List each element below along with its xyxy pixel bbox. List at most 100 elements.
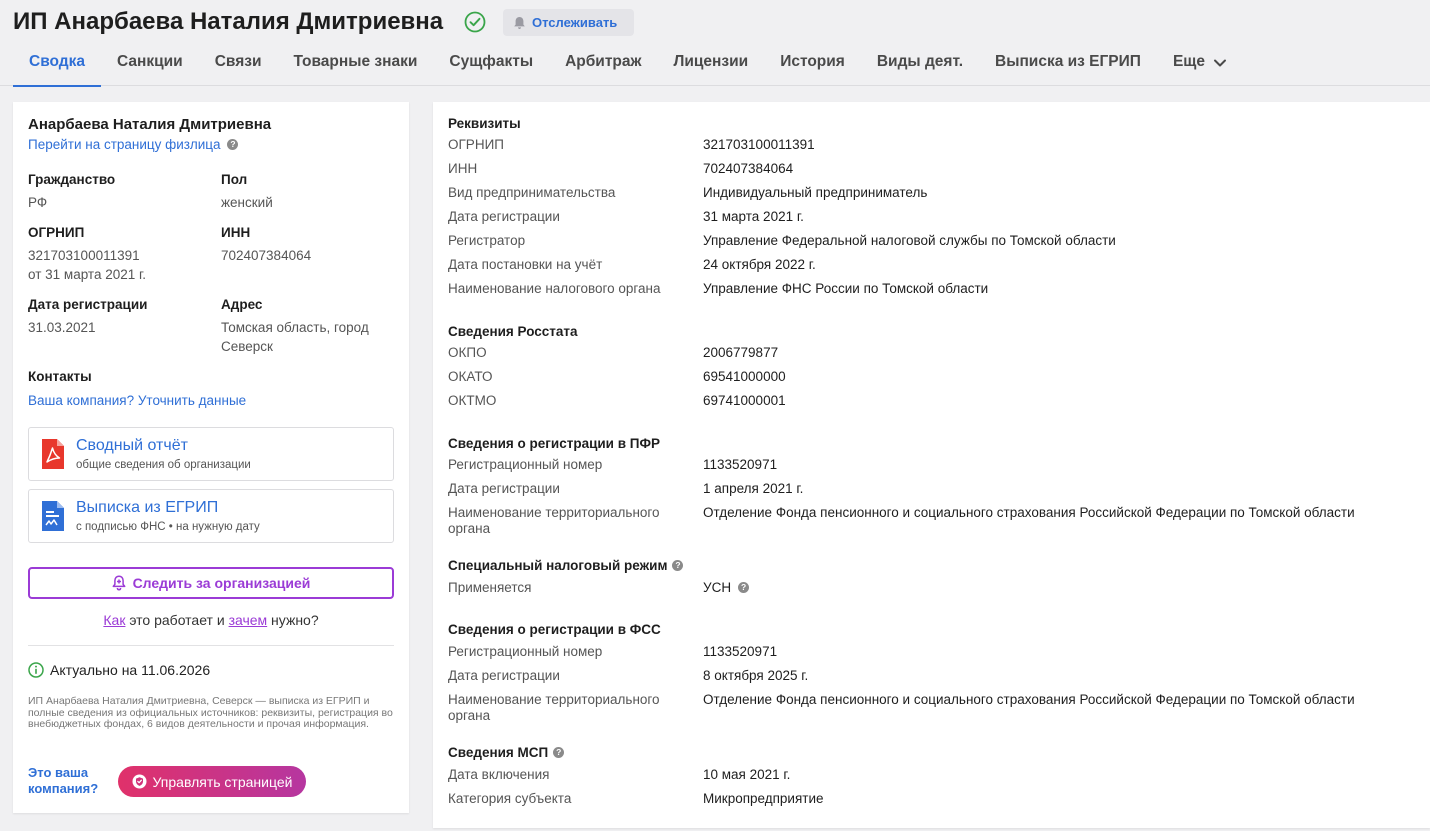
person-page-link-label: Перейти на страницу физлица [28, 137, 221, 152]
ogrnip-field: ОГРНИП 321703100011391 от 31 марта 2021 … [28, 225, 146, 284]
msp-title-text: Сведения МСП [448, 745, 549, 760]
citizenship-field: Гражданство РФ [28, 172, 115, 212]
follow-organization-button[interactable]: Следить за организацией [28, 567, 394, 599]
gender-value: женский [221, 195, 273, 210]
pfr-value-regnum: 1133520971 [703, 457, 778, 472]
person-name: Анарбаева Наталия Дмитриевна [28, 116, 272, 133]
tab-facts[interactable]: Сущфакты [433, 45, 549, 86]
document-icon [42, 501, 64, 531]
requisites-label-business-type: Вид предпринимательства [448, 185, 616, 200]
fss-label-regnum: Регистрационный номер [448, 644, 603, 659]
regdate-label: Дата регистрации [28, 297, 148, 312]
ogrnip-value: 321703100011391 [28, 248, 140, 263]
gender-label: Пол [221, 172, 248, 187]
requisites-value-tax-date: 24 октября 2022 г. [703, 257, 816, 272]
tab-egrip-extract[interactable]: Выписка из ЕГРИП [979, 45, 1157, 86]
pdf-icon [42, 439, 64, 469]
ogrnip-label: ОГРНИП [28, 225, 85, 240]
regdate-value: 31.03.2021 [28, 320, 96, 335]
question-icon[interactable]: ? [227, 139, 239, 150]
tab-sanctions[interactable]: Санкции [101, 45, 199, 86]
rosstat-label-okato: ОКАТО [448, 369, 493, 384]
address-label: Адрес [221, 297, 263, 312]
tab-svodka[interactable]: Сводка [13, 45, 101, 87]
details-card: Реквизиты ОГРНИП 321703100011391 ИНН 702… [433, 102, 1430, 828]
actual-date: Актуально на 11.06.2026 [28, 662, 210, 678]
manage-page-label: Управлять страницей [152, 773, 293, 790]
question-icon[interactable]: ? [672, 560, 684, 571]
own-company-link[interactable]: Это ваша компания? [28, 765, 108, 797]
rosstat-title: Сведения Росстата [448, 324, 578, 339]
requisites-value-ogrnip: 321703100011391 [703, 137, 815, 152]
tab-trademarks[interactable]: Товарные знаки [278, 45, 434, 86]
pfr-value-regdate: 1 апреля 2021 г. [703, 481, 804, 496]
pfr-label-authority: Наименование территориального органа [448, 505, 660, 536]
check-circle-icon [464, 11, 486, 33]
pfr-title: Сведения о регистрации в ПФР [448, 436, 661, 451]
requisites-label-ogrnip: ОГРНИП [448, 137, 504, 152]
msp-label-include-date: Дата включения [448, 767, 550, 782]
follow-organization-label: Следить за организацией [132, 575, 311, 591]
question-icon[interactable]: ? [553, 747, 565, 758]
address-field: Адрес Томская область, город Северск [221, 297, 391, 356]
rosstat-value-oktmo: 69741000001 [703, 393, 786, 408]
how-link[interactable]: Как [103, 612, 125, 628]
msp-label-category: Категория субъекта [448, 791, 572, 806]
rosstat-label-oktmo: ОКТМО [448, 393, 497, 408]
tab-licenses[interactable]: Лицензии [658, 45, 765, 86]
pfr-label-regdate: Дата регистрации [448, 481, 560, 496]
tax-regime-title-text: Специальный налоговый режим [448, 558, 668, 573]
fss-title: Сведения о регистрации в ФСС [448, 622, 661, 637]
page-header: ИП Анарбаева Наталия Дмитриевна Отслежив… [0, 0, 1430, 87]
requisites-value-business-type: Индивидуальный предприниматель [703, 185, 928, 200]
contacts-title: Контакты [28, 369, 92, 384]
inn-label: ИНН [221, 225, 251, 240]
requisites-value-inn: 702407384064 [703, 161, 794, 176]
regdate-field: Дата регистрации 31.03.2021 [28, 297, 147, 337]
requisites-value-registrar: Управление Федеральной налоговой службы … [703, 233, 1116, 248]
egrip-extract-card[interactable]: Выписка из ЕГРИП с подписью ФНС • на нуж… [28, 489, 394, 543]
bell-icon [514, 16, 525, 29]
why-link[interactable]: зачем [229, 612, 268, 628]
tax-regime-title: Специальный налоговый режим ? [448, 558, 684, 573]
egrip-extract-title: Выписка из ЕГРИП [76, 499, 219, 516]
page-title: ИП Анарбаева Наталия Дмитриевна [13, 8, 444, 35]
tab-history[interactable]: История [764, 45, 861, 86]
person-page-link[interactable]: Перейти на страницу физлица ? [28, 137, 239, 152]
requisites-label-regdate: Дата регистрации [448, 209, 560, 224]
address-value: Томская область, город Северск [221, 320, 369, 354]
fss-value-authority: Отделение Фонда пенсионного и социальног… [703, 692, 1355, 707]
contacts-link[interactable]: Ваша компания? Уточнить данные [28, 393, 246, 408]
citizenship-value: РФ [28, 195, 48, 210]
summary-card: Анарбаева Наталия Дмитриевна Перейти на … [13, 102, 409, 813]
shield-icon [132, 774, 147, 789]
actual-date-text: Актуально на 11.06.2026 [50, 662, 211, 678]
how-text-end: нужно? [267, 612, 319, 628]
gender-field: Пол женский [221, 172, 273, 212]
track-button[interactable]: Отслеживать [503, 9, 634, 36]
ogrnip-date: от 31 марта 2021 г. [28, 267, 147, 282]
summary-report-title: Сводный отчёт [76, 437, 188, 454]
tab-more[interactable]: Еще [1157, 45, 1243, 86]
inn-value: 702407384064 [221, 248, 312, 263]
tax-value-applied: УСН ? [703, 580, 750, 595]
citizenship-label: Гражданство [28, 172, 116, 187]
divider [28, 645, 394, 646]
rosstat-value-okpo: 2006779877 [703, 345, 779, 360]
requisites-value-tax-office: Управление ФНС России по Томской области [703, 281, 989, 296]
summary-report-card[interactable]: Сводный отчёт общие сведения об организа… [28, 427, 394, 481]
tab-more-label: Еще [1172, 53, 1205, 70]
bell-plus-icon [112, 575, 126, 591]
tab-bar: Сводка Санкции Связи Товарные знаки Сущф… [13, 45, 1243, 87]
msp-value-include-date: 10 мая 2021 г. [703, 767, 791, 782]
tab-links[interactable]: Связи [199, 45, 278, 86]
egrip-extract-subtitle: с подписью ФНС • на нужную дату [76, 521, 260, 533]
tab-arbitration[interactable]: Арбитраж [549, 45, 657, 86]
manage-page-button[interactable]: Управлять страницей [118, 766, 306, 797]
question-icon[interactable]: ? [738, 582, 750, 593]
track-label: Отслеживать [532, 15, 618, 30]
tax-label-applied: Применяется [448, 580, 532, 595]
requisites-label-tax-date: Дата постановки на учёт [448, 257, 603, 272]
summary-report-subtitle: общие сведения об организации [76, 459, 251, 471]
tab-activities[interactable]: Виды деят. [861, 45, 979, 86]
